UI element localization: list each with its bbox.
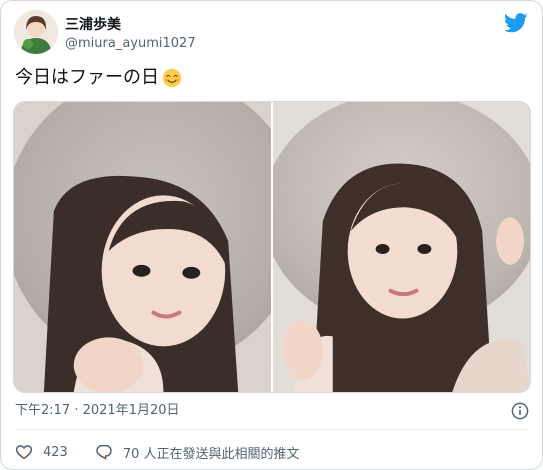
photo-woman-fur-hood-left[interactable] — [14, 102, 271, 392]
tweet-text: 今日はファーの日 — [15, 67, 182, 89]
tweet-timestamp[interactable]: 下午2:17 · 2021年1月20日 — [15, 403, 180, 419]
tweet-card[interactable]: 三浦歩美 @miura_ayumi1027 今日はファーの日 下午2:17 · … — [0, 0, 543, 470]
tweet-text-content: 今日はファーの日 — [15, 67, 159, 88]
reply-label: 70 人正在發送與此相關的推文 — [122, 446, 300, 462]
twitter-bird-icon[interactable] — [503, 13, 528, 33]
avatar[interactable] — [14, 10, 58, 54]
like-count: 423 — [43, 444, 68, 460]
author-display-name[interactable]: 三浦歩美 — [65, 17, 121, 33]
smiling-face-with-blush-icon — [162, 68, 182, 88]
divider — [15, 429, 528, 430]
like-button[interactable]: 423 — [15, 443, 68, 461]
info-icon[interactable] — [511, 402, 529, 420]
reply-button[interactable]: 70 人正在發送與此相關的推文 — [95, 443, 300, 462]
tweet-actions: 423 70 人正在發送與此相關的推文 — [15, 441, 300, 463]
author-handle[interactable]: @miura_ayumi1027 — [65, 36, 196, 52]
heart-icon — [15, 443, 33, 461]
reply-bubble-icon — [95, 443, 113, 461]
photo-woman-fur-hood-right[interactable] — [273, 102, 530, 392]
tweet-media[interactable] — [13, 101, 531, 393]
